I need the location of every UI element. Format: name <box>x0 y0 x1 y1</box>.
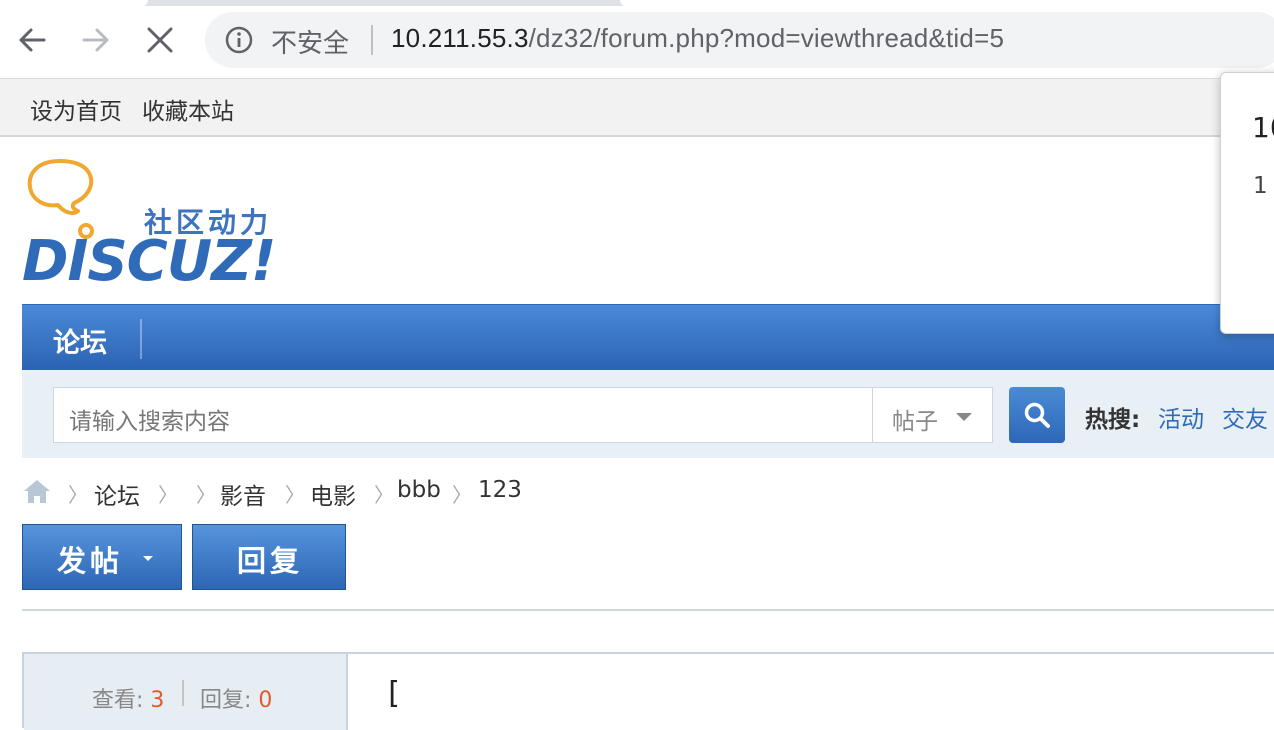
home-icon[interactable] <box>22 477 52 505</box>
url-host: 10.211.55.3 <box>391 23 529 53</box>
thread-header: 查看: 3 回复: 0 [ <box>22 652 1274 730</box>
info-icon[interactable] <box>225 26 253 54</box>
breadcrumb-separator-icon: 〉 <box>285 483 305 507</box>
alert-message: 1 <box>1253 173 1268 199</box>
breadcrumb-item[interactable]: 影音 <box>220 477 266 511</box>
site-logo[interactable]: 社区动力 DISCUZ! <box>0 137 300 297</box>
replies-stat: 回复: 0 <box>200 682 272 714</box>
logo-wordmark: DISCUZ! <box>22 229 276 294</box>
breadcrumb-separator-icon: 〉 <box>374 483 394 507</box>
address-divider <box>371 25 373 55</box>
reply-label: 回复 <box>237 544 304 578</box>
address-bar[interactable]: 不安全 10.211.55.3/dz32/forum.php?mod=viewt… <box>205 12 1274 68</box>
forward-button[interactable] <box>76 20 116 60</box>
search-type-value: 帖子 <box>892 409 938 435</box>
tab-right[interactable] <box>620 0 1274 6</box>
stop-button[interactable] <box>140 20 180 60</box>
breadcrumb-separator-icon: 〉 <box>158 483 178 507</box>
close-icon <box>147 27 173 53</box>
breadcrumb-item[interactable]: 电影 <box>310 477 356 511</box>
caret-down-icon <box>143 556 153 561</box>
hot-search-link[interactable]: 交友 <box>1222 400 1268 434</box>
nav-item-forum[interactable]: 论坛 <box>53 321 107 360</box>
tab-left[interactable] <box>0 0 148 6</box>
back-button[interactable] <box>12 20 52 60</box>
views-stat: 查看: 3 <box>92 682 164 714</box>
alert-dialog: 10 1 <box>1220 72 1274 334</box>
security-status-label[interactable]: 不安全 <box>271 23 349 60</box>
replies-count: 0 <box>258 688 273 713</box>
arrow-right-icon <box>82 28 109 52</box>
replies-label: 回复: <box>200 688 252 713</box>
url-text[interactable]: 10.211.55.3/dz32/forum.php?mod=viewthrea… <box>391 23 1004 54</box>
tab-strip <box>0 0 1274 6</box>
breadcrumb-separator-icon: 〉 <box>452 483 472 507</box>
search-input[interactable]: 请输入搜索内容 <box>53 387 873 443</box>
breadcrumb-current: 123 <box>478 477 522 503</box>
stat-divider <box>182 680 184 706</box>
hot-search-link[interactable]: 活动 <box>1158 400 1204 434</box>
set-homepage-link[interactable]: 设为首页 <box>30 92 122 126</box>
search-bar: 请输入搜索内容 帖子 热搜: 活动 交友 <box>22 370 1274 458</box>
main-nav: 论坛 <box>22 304 1274 371</box>
url-path: /dz32/forum.php?mod=viewthread&tid=5 <box>528 23 1005 53</box>
new-post-label: 发帖 <box>57 544 124 578</box>
search-type-select[interactable]: 帖子 <box>873 387 993 443</box>
breadcrumb: 〉 论坛 〉 〉 影音 〉 电影 〉 bbb 〉 123 <box>22 475 1222 511</box>
browser-toolbar: 不安全 10.211.55.3/dz32/forum.php?mod=viewt… <box>0 0 1274 79</box>
reply-button[interactable]: 回复 <box>192 524 346 590</box>
thread-stats: 查看: 3 回复: 0 <box>24 654 348 730</box>
search-icon <box>1024 402 1050 428</box>
breadcrumb-item[interactable]: bbb <box>397 477 441 503</box>
breadcrumb-separator-icon: 〉 <box>68 483 88 507</box>
alert-title: 10 <box>1252 111 1274 144</box>
nav-divider <box>140 319 142 359</box>
views-label: 查看: <box>92 688 144 713</box>
new-post-button[interactable]: 发帖 <box>22 524 182 590</box>
breadcrumb-item[interactable]: 论坛 <box>94 477 140 511</box>
top-links-bar: 设为首页 收藏本站 <box>0 79 1274 137</box>
arrow-left-icon <box>19 28 46 52</box>
divider <box>22 609 1274 611</box>
thread-title: [ <box>384 676 403 711</box>
views-count: 3 <box>150 688 165 713</box>
bookmark-site-link[interactable]: 收藏本站 <box>142 92 234 126</box>
hot-search-label: 热搜: <box>1085 407 1141 433</box>
chevron-down-icon <box>956 413 972 421</box>
search-button[interactable] <box>1009 387 1065 443</box>
site-header: 社区动力 DISCUZ! <box>0 137 1274 305</box>
breadcrumb-separator-icon: 〉 <box>196 483 216 507</box>
